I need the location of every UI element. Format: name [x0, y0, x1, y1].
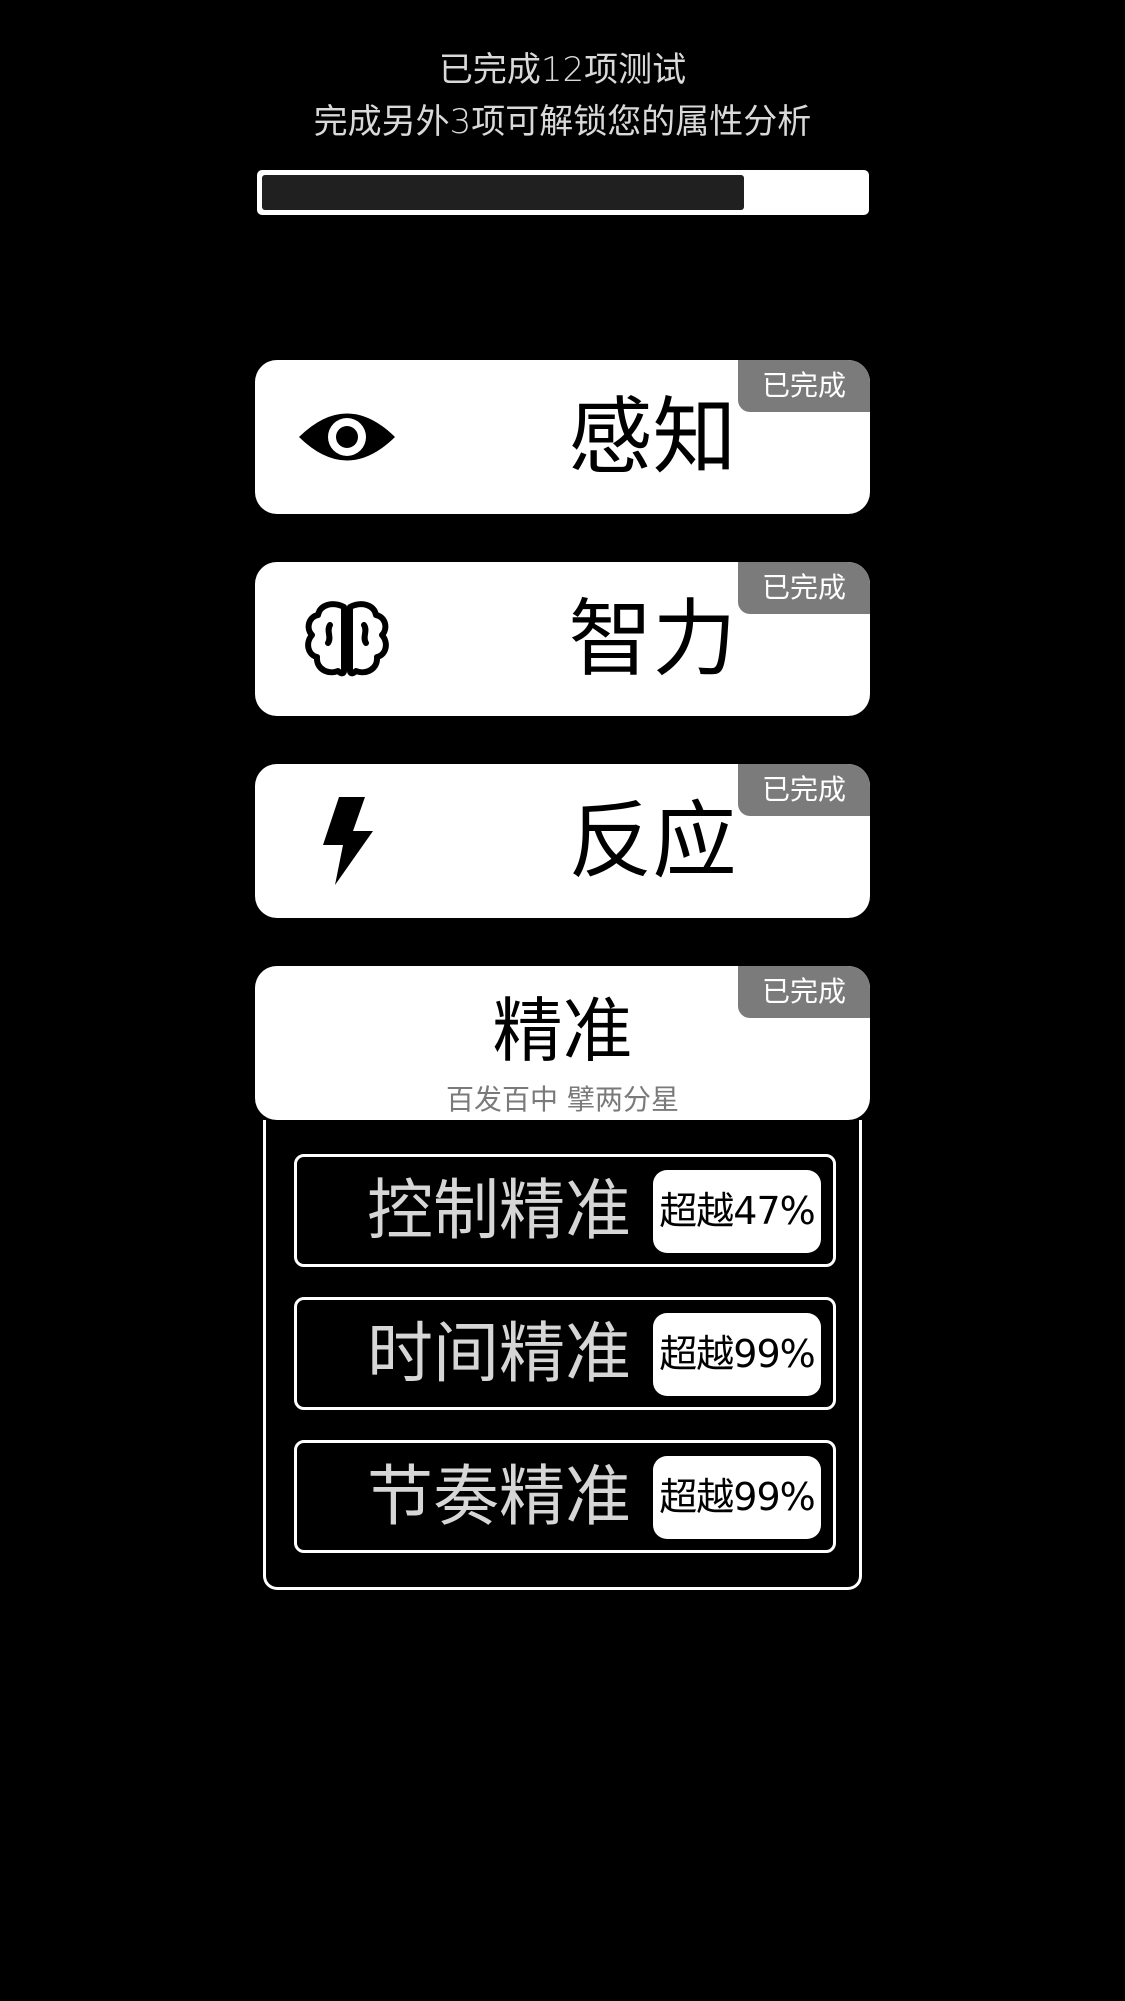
unlock-hint-text: 完成另外3项可解锁您的属性分析: [313, 102, 812, 142]
eye-icon: [297, 397, 397, 477]
progress-fill: [262, 175, 744, 210]
precision-item-timing[interactable]: 时间精准 超越99%: [294, 1297, 836, 1410]
header: 已完成12项测试 完成另外3项可解锁您的属性分析: [0, 44, 1125, 148]
lightning-icon: [297, 797, 397, 885]
category-card-perception[interactable]: 已完成 感知: [255, 360, 870, 514]
brain-icon: [297, 599, 397, 679]
precision-detail-panel: 控制精准 超越47% 时间精准 超越99% 节奏精准 超越99%: [263, 1120, 862, 1590]
card-subtitle: 百发百中 擘两分星: [446, 1083, 679, 1116]
precision-item-control[interactable]: 控制精准 超越47%: [294, 1154, 836, 1267]
precision-item-label: 节奏精准: [367, 1458, 631, 1535]
category-card-precision[interactable]: 已完成 精准 百发百中 擘两分星: [255, 966, 870, 1120]
completed-count-text: 已完成12项测试: [438, 50, 687, 90]
precision-item-rhythm[interactable]: 节奏精准 超越99%: [294, 1440, 836, 1553]
card-title: 反应: [568, 792, 737, 890]
category-card-intelligence[interactable]: 已完成 智力: [255, 562, 870, 716]
percentile-badge: 超越47%: [653, 1170, 821, 1253]
card-title: 智力: [568, 590, 737, 688]
precision-item-label: 控制精准: [367, 1172, 631, 1249]
progress-bar: [257, 170, 869, 215]
category-card-reaction[interactable]: 已完成 反应: [255, 764, 870, 918]
precision-item-label: 时间精准: [367, 1315, 631, 1392]
percentile-badge: 超越99%: [653, 1456, 821, 1539]
card-title: 精准: [492, 990, 633, 1072]
page: 已完成12项测试 完成另外3项可解锁您的属性分析 已完成 感知 已完成 智力 已…: [0, 0, 1125, 2001]
percentile-badge: 超越99%: [653, 1313, 821, 1396]
card-title: 感知: [568, 388, 737, 486]
